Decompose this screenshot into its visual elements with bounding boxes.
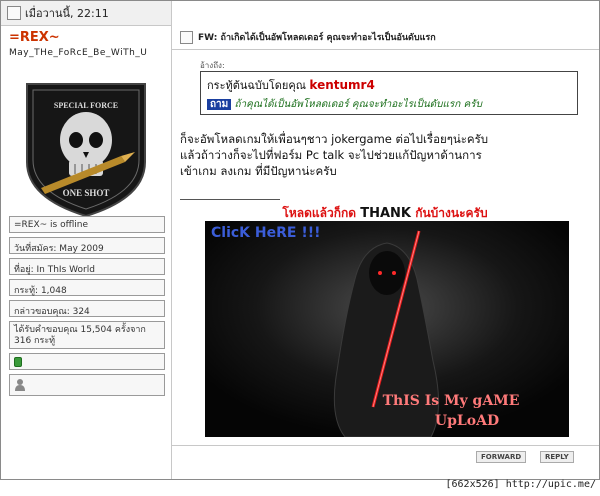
user-profile-icon[interactable] [14,378,26,391]
quote-author[interactable]: kentumr4 [309,78,374,92]
svg-text:ONE SHOT: ONE SHOT [63,188,110,198]
user-title: May_THe_FoRcE_Be_WiTh_U [9,48,148,58]
user-thanks-given: กล่าวขอบคุณ: 324 [9,300,165,317]
user-location: ที่อยู่: In ThIs World [9,258,165,275]
post-title-bar: FW: ถ้าเกิดได้เป็นอัพโหลดเดอร์ คุณจะทำอะ… [172,25,599,50]
quote-tag: ถาม [207,99,232,110]
svg-text:ClicK HeRE !!!: ClicK HeRE !!! [211,225,320,241]
quote-text: ถ้าคุณได้เป็นอัพโหลดเดอร์ คุณจะทำอะไรเป็… [234,99,482,110]
post-body-line: ก็จะอัพโหลดเกมให้เพื่อนๆชาว jokergame ต่… [180,132,489,146]
user-thanks-received: ได้รับคำขอบคุณ 15,504 ครั้งจาก 316 กระทู… [9,321,165,349]
banner-artwork: ClicK HeRE !!! ThIS Is My gAME UpLoAD [205,221,569,437]
post-date-time: เมื่อวานนี้, 22:11 [25,7,109,20]
user-status: =REX~ is offline [9,216,165,233]
username-link[interactable]: =REX~ [9,30,60,45]
image-host-watermark: [662x526] http://upic.me/ [445,479,596,490]
quote-box: กระทู้ต้นฉบับโดยคุณ kentumr4 ถาม ถ้าคุณไ… [200,71,578,115]
forward-button[interactable]: FORWARD [476,451,527,463]
svg-text:SPECIAL FORCE: SPECIAL FORCE [54,101,118,110]
post-body: ก็จะอัพโหลดเกมให้เพื่อนๆชาว jokergame ต่… [180,131,590,179]
online-status-box [9,353,165,370]
user-profile-box [9,374,165,396]
thank-callout-right: กันบ้างนะครับ [415,206,488,220]
reply-button[interactable]: REPLY [540,451,574,463]
forum-post-frame: เมื่อวานนี้, 22:11 =REX~ May_THe_FoRcE_B… [0,0,600,480]
post-title: FW: ถ้าเกิดได้เป็นอัพโหลดเดอร์ คุณจะทำอะ… [198,33,436,43]
post-date-bar: เมื่อวานนี้, 22:11 [1,1,172,26]
post-title-icon [180,30,193,44]
user-post-count: กระทู้: 1,048 [9,279,165,296]
user-sidebar: =REX~ May_THe_FoRcE_Be_WiTh_U SPECIAL FO… [1,26,172,479]
online-status-icon [14,357,22,367]
signature-divider [180,199,280,200]
post-content-area: FW: ถ้าเกิดได้เป็นอัพโหลดเดอร์ คุณจะทำอะ… [172,1,599,479]
thank-callout-mid: THANK [360,206,411,221]
user-avatar-skull-emblem: SPECIAL FORCE ONE SHOT [11,70,161,220]
user-join-date: วันที่สมัคร: May 2009 [9,237,165,254]
post-icon [7,6,21,20]
thank-callout-left: โหลดแล้วก็กด [282,206,357,220]
upload-banner-image[interactable]: ClicK HeRE !!! ThIS Is My gAME UpLoAD [205,221,569,437]
post-body-line: แล้วถ้าว่างก็จะไปที่ฟอร์ม Pc talk จะไปช่… [180,148,482,162]
svg-text:ThIS Is My gAME: ThIS Is My gAME [383,393,520,409]
quote-content: ถาม ถ้าคุณได้เป็นอัพโหลดเดอร์ คุณจะทำอะไ… [207,97,571,112]
svg-text:UpLoAD: UpLoAD [435,413,499,429]
post-footer: FORWARD REPLY [172,445,599,468]
post-body-line: เข้าเกม ลงเกม ที่มีปัญหาน่ะครับ [180,164,337,178]
quote-author-prefix: กระทู้ต้นฉบับโดยคุณ [207,79,306,92]
quote-header: กระทู้ต้นฉบับโดยคุณ kentumr4 [207,76,571,94]
